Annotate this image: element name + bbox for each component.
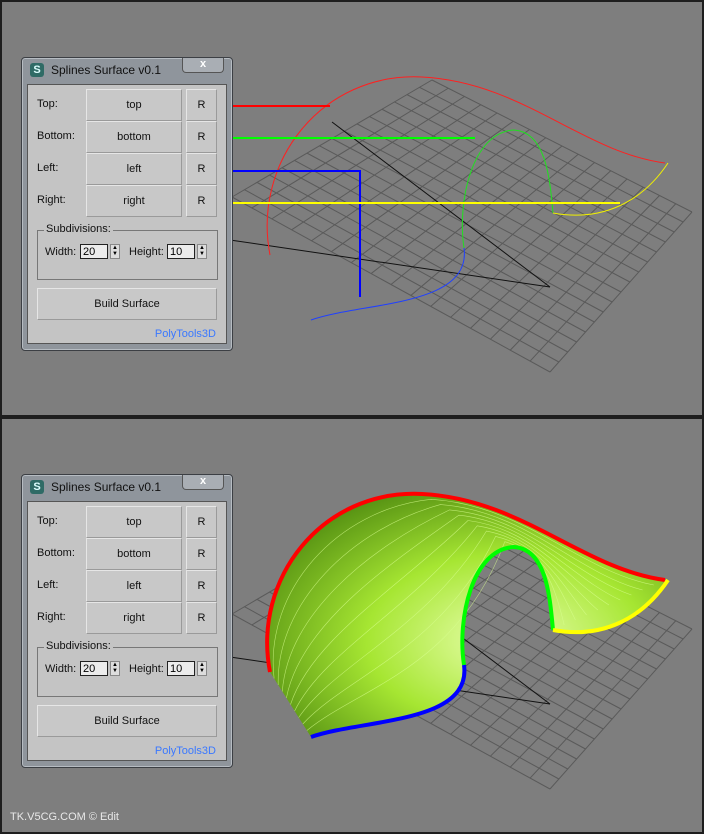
reset-top-button[interactable]: R xyxy=(186,506,217,538)
height-input[interactable]: 10 xyxy=(167,244,195,259)
subdivisions-legend: Subdivisions: xyxy=(44,640,113,652)
pick-top-button[interactable]: top xyxy=(86,506,182,538)
title-bar[interactable]: S Splines Surface v0.1 x xyxy=(22,58,232,82)
subdivisions-group: Subdivisions: Width: 20 ▲ ▼ Height: 10 ▲ ▼ xyxy=(37,223,218,280)
width-input[interactable]: 20 xyxy=(80,244,108,259)
build-surface-button[interactable]: Build Surface xyxy=(37,288,217,320)
top-label: Top: xyxy=(37,515,58,527)
pick-top-button[interactable]: top xyxy=(86,89,182,121)
dialog-title: Splines Surface v0.1 xyxy=(51,480,162,494)
reset-left-button[interactable]: R xyxy=(186,570,217,602)
splines-surface-dialog: S Splines Surface v0.1 x Top: top R Bottom… xyxy=(21,57,233,351)
reset-right-button[interactable]: R xyxy=(186,602,217,634)
height-input[interactable]: 10 xyxy=(167,661,195,676)
row-left: Left: left R xyxy=(28,153,226,185)
top-label: Top: xyxy=(37,98,58,110)
pick-left-button[interactable]: left xyxy=(86,153,182,185)
pick-bottom-button[interactable]: bottom xyxy=(86,538,182,570)
bottom-label: Bottom: xyxy=(37,130,75,142)
dialog-body: Top: top R Bottom: bottom R Left: left R Right… xyxy=(27,501,227,761)
polytools3d-link[interactable]: PolyTools3D xyxy=(155,745,216,757)
row-top: Top: top R xyxy=(28,506,226,538)
spline-left xyxy=(310,247,465,321)
width-spinner-arrows-icon[interactable]: ▲ ▼ xyxy=(110,244,120,259)
subdivisions-legend: Subdivisions: xyxy=(44,223,113,235)
pick-left-button[interactable]: left xyxy=(86,570,182,602)
app-icon: S xyxy=(30,63,44,77)
reset-bottom-button[interactable]: R xyxy=(186,538,217,570)
footer-watermark: TK.V5CG.COM © Edit xyxy=(10,811,119,823)
row-top: Top: top R xyxy=(28,89,226,121)
height-spinner-arrows-icon[interactable]: ▲ ▼ xyxy=(197,244,207,259)
dialog-title: Splines Surface v0.1 xyxy=(51,63,162,77)
title-bar[interactable]: S Splines Surface v0.1 x xyxy=(22,475,232,499)
polytools3d-link[interactable]: PolyTools3D xyxy=(155,328,216,340)
width-spinner-arrows-icon[interactable]: ▲ ▼ xyxy=(110,661,120,676)
viewport-surface[interactable]: S Splines Surface v0.1 x Top: top R Bottom… xyxy=(2,419,702,832)
width-label: Width: xyxy=(45,663,77,675)
splines-surface-dialog: S Splines Surface v0.1 x Top: top R Bottom… xyxy=(21,474,233,768)
height-spinner-arrows-icon[interactable]: ▲ ▼ xyxy=(197,661,207,676)
viewport-splines[interactable]: S Splines Surface v0.1 x Top: top R Bottom… xyxy=(2,2,702,415)
height-label: Height: xyxy=(129,246,164,258)
reset-top-button[interactable]: R xyxy=(186,89,217,121)
app-icon: S xyxy=(30,480,44,494)
right-label: Right: xyxy=(37,194,66,206)
subdivisions-group: Subdivisions: Width: 20 ▲ ▼ Height: 10 ▲ ▼ xyxy=(37,640,218,697)
left-label: Left: xyxy=(37,162,59,174)
row-left: Left: left R xyxy=(28,570,226,602)
row-bottom: Bottom: bottom R xyxy=(28,121,226,153)
row-right: Right: right R xyxy=(28,185,226,217)
row-bottom: Bottom: bottom R xyxy=(28,538,226,570)
build-surface-button[interactable]: Build Surface xyxy=(37,705,217,737)
width-input[interactable]: 20 xyxy=(80,661,108,676)
pick-right-button[interactable]: right xyxy=(86,185,182,217)
dialog-body: Top: top R Bottom: bottom R Left: left R Right… xyxy=(27,84,227,344)
right-label: Right: xyxy=(37,611,66,623)
row-right: Right: right R xyxy=(28,602,226,634)
reset-right-button[interactable]: R xyxy=(186,185,217,217)
reset-left-button[interactable]: R xyxy=(186,153,217,185)
pick-right-button[interactable]: right xyxy=(86,602,182,634)
close-button[interactable]: x xyxy=(182,475,224,490)
width-label: Width: xyxy=(45,246,77,258)
reset-bottom-button[interactable]: R xyxy=(186,121,217,153)
axis-x xyxy=(229,239,551,288)
height-label: Height: xyxy=(129,663,164,675)
bottom-label: Bottom: xyxy=(37,547,75,559)
spline-top xyxy=(266,76,666,256)
left-label: Left: xyxy=(37,579,59,591)
pick-bottom-button[interactable]: bottom xyxy=(86,121,182,153)
close-button[interactable]: x xyxy=(182,58,224,73)
